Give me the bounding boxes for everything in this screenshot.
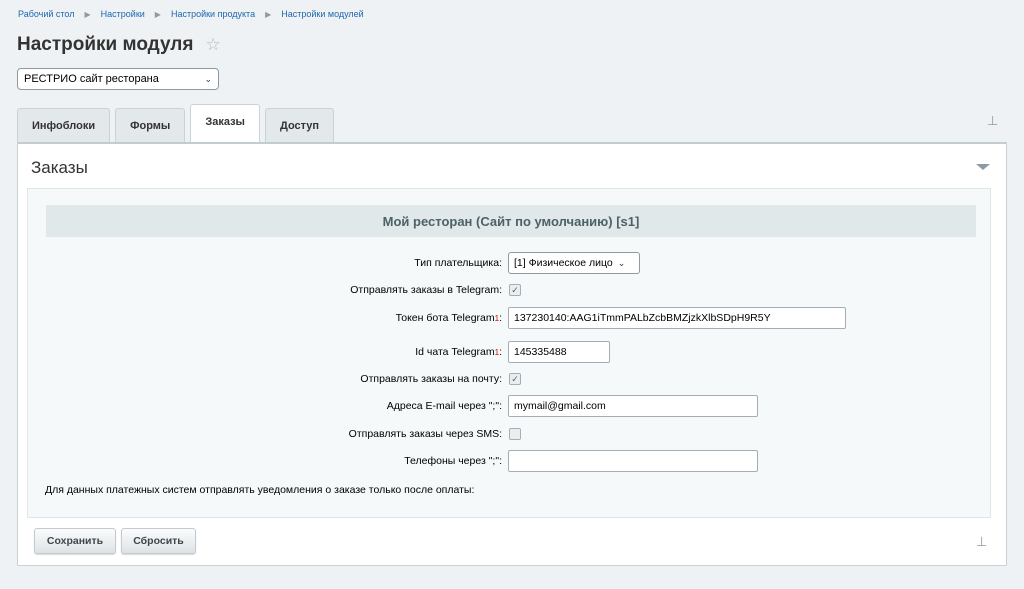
colon: : — [499, 312, 502, 324]
breadcrumb-item-settings[interactable]: Настройки — [101, 9, 145, 19]
bot-token-row: Токен бота Telegram 1: 137230140:AAG1iTmm… — [28, 307, 992, 329]
breadcrumb: Рабочий стол ▶ Настройки ▶ Настройки про… — [18, 9, 364, 19]
phones-row: Телефоны через ";": — [28, 450, 992, 472]
star-icon[interactable]: ☆ — [205, 35, 220, 55]
breadcrumb-separator-icon: ▶ — [265, 9, 272, 19]
panel-title: Заказы — [31, 158, 88, 177]
phones-label: Телефоны через ";": — [404, 455, 502, 467]
chat-id-row: Id чата Telegram 1: 145335488 — [28, 341, 992, 363]
payer-type-value: [1] Физическое лицо — [514, 257, 613, 269]
email-input[interactable]: mymail@gmail.com — [508, 395, 758, 417]
section-header: Мой ресторан (Сайт по умолчанию) [s1] — [46, 205, 976, 237]
tab-infoblocks[interactable]: Инфоблоки — [17, 108, 111, 142]
reset-button[interactable]: Сбросить — [121, 528, 196, 554]
tab-bar: Инфоблоки Формы Заказы Доступ — [17, 104, 339, 142]
site-select-value: РЕСТРИО сайт ресторана — [24, 73, 159, 85]
breadcrumb-separator-icon: ▶ — [154, 9, 161, 19]
tab-forms[interactable]: Формы — [115, 108, 186, 142]
payer-type-row: Тип плательщика: [1] Физическое лицо ⌄ — [28, 252, 992, 274]
send-email-checkbox[interactable]: ✓ — [509, 373, 521, 385]
check-icon: ✓ — [511, 374, 519, 384]
notify-after-payment-row: Для данных платежных систем отправлять у… — [28, 479, 992, 501]
send-telegram-label: Отправлять заказы в Telegram: — [350, 284, 502, 296]
bot-token-input[interactable]: 137230140:AAG1iTmmPALbZcbBMZjzkXlbSDpH9R… — [508, 307, 846, 329]
breadcrumb-item-desktop[interactable]: Рабочий стол — [18, 9, 75, 19]
page-title-row: Настройки модуля ☆ — [17, 34, 221, 56]
colon: : — [499, 346, 502, 358]
breadcrumb-item-product-settings[interactable]: Настройки продукта — [171, 9, 255, 19]
send-telegram-checkbox[interactable]: ✓ — [509, 284, 521, 296]
bot-token-label-text: Токен бота Telegram — [395, 312, 495, 324]
chat-id-label: Id чата Telegram 1: — [415, 341, 502, 363]
send-sms-row: Отправлять заказы через SMS: — [28, 423, 992, 445]
chat-id-label-text: Id чата Telegram — [415, 346, 495, 358]
send-email-row: Отправлять заказы на почту: ✓ — [28, 368, 992, 390]
chevron-down-icon: ⌄ — [617, 257, 626, 268]
save-button[interactable]: Сохранить — [34, 528, 116, 554]
chat-id-input[interactable]: 145335488 — [508, 341, 610, 363]
orders-panel: Заказы Мой ресторан (Сайт по умолчанию) … — [17, 142, 1007, 566]
breadcrumb-item-module-settings[interactable]: Настройки модулей — [281, 9, 363, 19]
chevron-down-icon: ⌄ — [204, 73, 212, 84]
tab-orders[interactable]: Заказы — [190, 104, 260, 142]
bot-token-label: Токен бота Telegram 1: — [396, 307, 502, 329]
settings-section: Мой ресторан (Сайт по умолчанию) [s1] Ти… — [27, 188, 991, 518]
send-telegram-row: Отправлять заказы в Telegram: ✓ — [28, 279, 992, 301]
payer-type-select[interactable]: [1] Физическое лицо ⌄ — [508, 252, 640, 274]
pin-icon[interactable]: ⊥ — [987, 113, 998, 129]
email-row: Адреса E-mail через ";": mymail@gmail.co… — [28, 395, 992, 417]
tab-access[interactable]: Доступ — [264, 108, 335, 142]
page-title: Настройки модуля — [17, 34, 194, 55]
site-select[interactable]: РЕСТРИО сайт ресторана ⌄ — [17, 68, 219, 90]
send-sms-checkbox[interactable] — [509, 428, 521, 440]
phones-input[interactable] — [508, 450, 758, 472]
send-email-label: Отправлять заказы на почту: — [360, 373, 502, 385]
pin-icon[interactable]: ⊥ — [976, 534, 987, 550]
breadcrumb-separator-icon: ▶ — [84, 9, 91, 19]
notify-after-payment-label: Для данных платежных систем отправлять у… — [45, 484, 475, 496]
check-icon: ✓ — [511, 285, 519, 295]
send-sms-label: Отправлять заказы через SMS: — [348, 428, 502, 440]
email-label: Адреса E-mail через ";": — [386, 400, 502, 412]
payer-type-label: Тип плательщика: — [414, 257, 502, 269]
collapse-icon[interactable] — [976, 164, 990, 170]
